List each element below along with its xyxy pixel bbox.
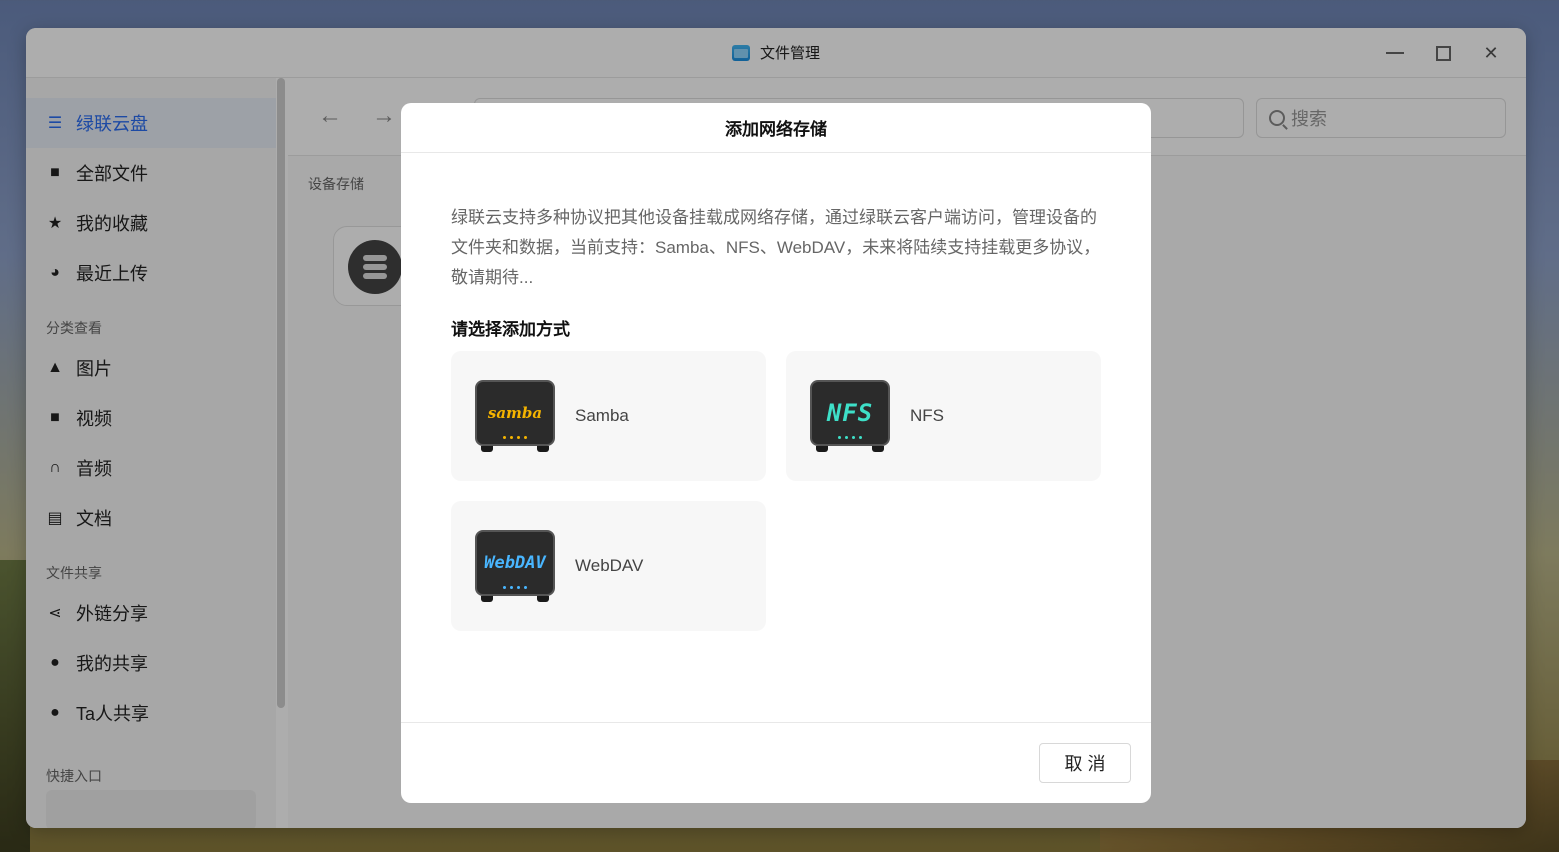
- protocol-label: WebDAV: [575, 556, 644, 575]
- protocol-label: NFS: [910, 406, 944, 425]
- nfs-nas-icon: NFS: [810, 380, 890, 452]
- dialog-description: 绿联云支持多种协议把其他设备挂载成网络存储，通过绿联云客户端访问，管理设备的文件…: [451, 208, 1101, 287]
- samba-logo: samba: [487, 404, 543, 422]
- dialog-subtitle: 请选择添加方式: [451, 320, 570, 339]
- add-network-storage-dialog: 添加网络存储 绿联云支持多种协议把其他设备挂载成网络存储，通过绿联云客户端访问，…: [401, 103, 1151, 803]
- webdav-nas-icon: WebDAV: [475, 530, 555, 602]
- protocol-option-samba[interactable]: samba Samba: [451, 351, 766, 481]
- protocol-option-webdav[interactable]: WebDAV WebDAV: [451, 501, 766, 631]
- cancel-button[interactable]: 取 消: [1039, 743, 1131, 783]
- webdav-logo: WebDAV: [484, 553, 546, 573]
- samba-nas-icon: samba: [475, 380, 555, 452]
- protocol-option-nfs[interactable]: NFS NFS: [786, 351, 1101, 481]
- nfs-logo: NFS: [826, 399, 874, 427]
- protocol-label: Samba: [575, 406, 629, 425]
- dialog-header: 添加网络存储: [401, 103, 1151, 153]
- dialog-title: 添加网络存储: [725, 120, 827, 139]
- dialog-footer: 取 消: [401, 722, 1151, 803]
